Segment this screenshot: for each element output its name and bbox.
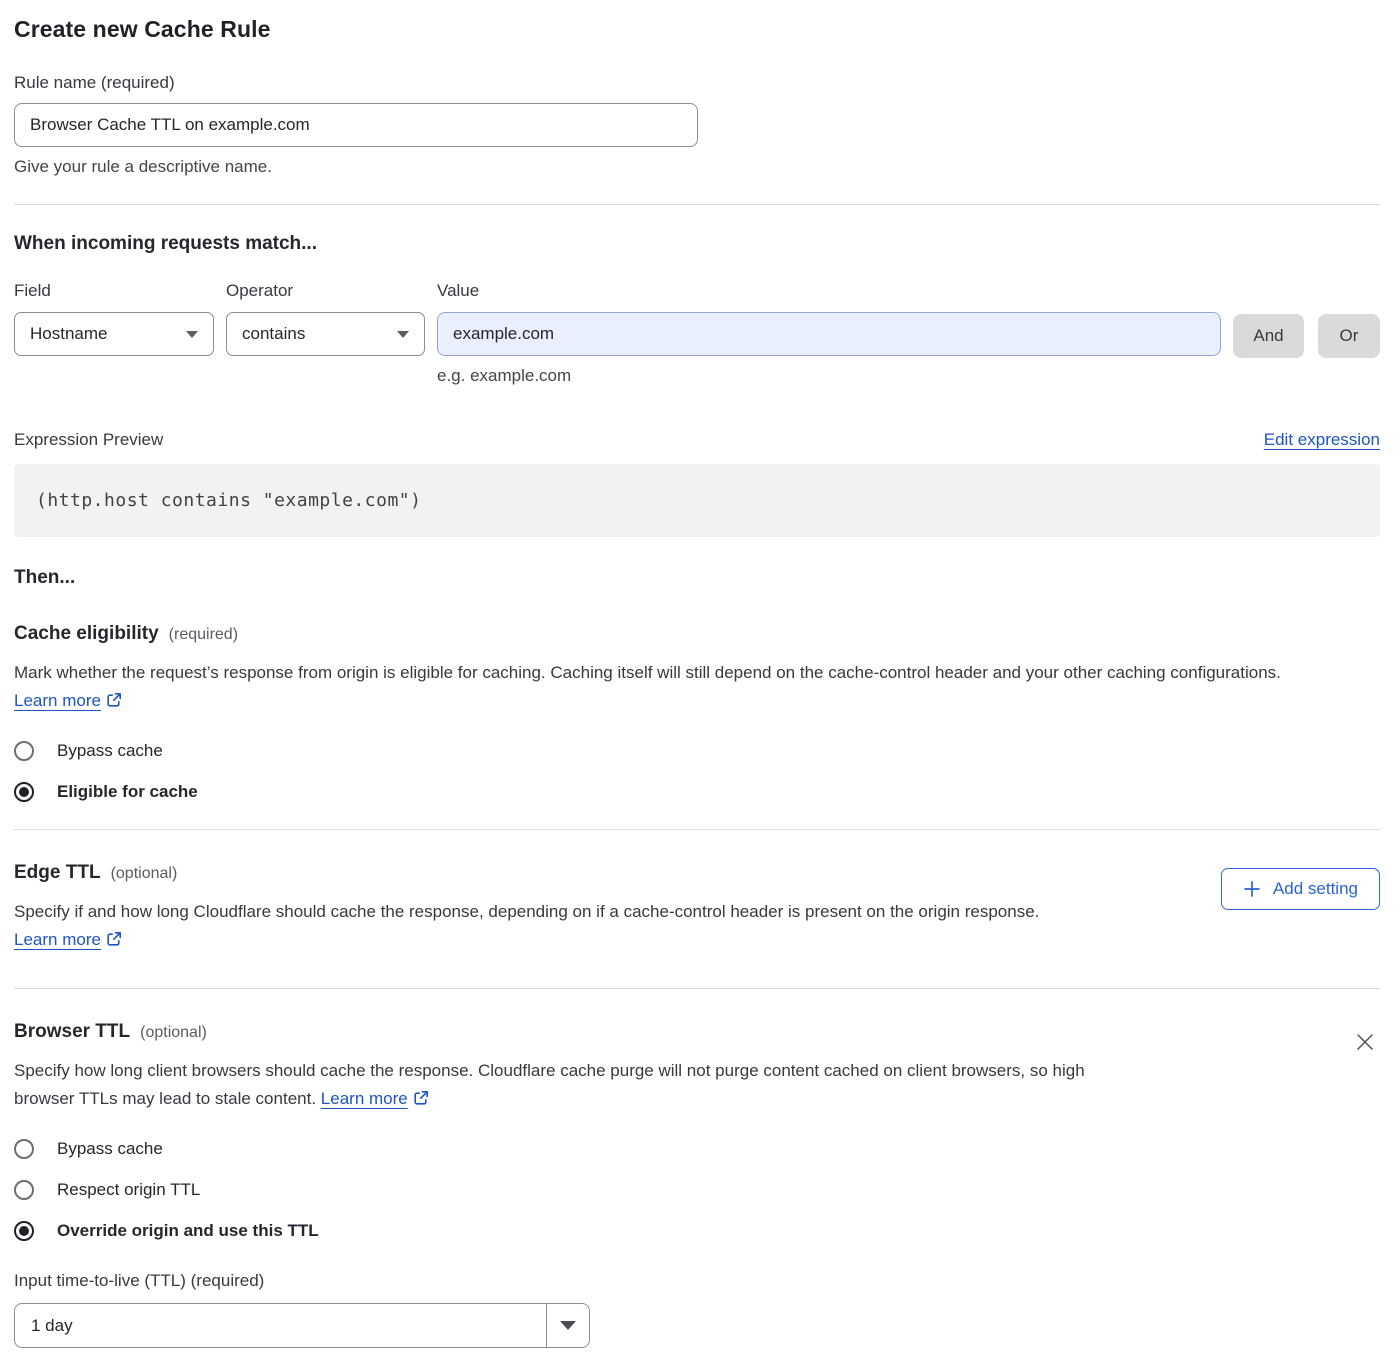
remove-browser-ttl-button[interactable] (1350, 1027, 1380, 1057)
value-column: Value e.g. example.com (437, 281, 1221, 386)
rule-name-section: Rule name (required) Give your rule a de… (14, 73, 1380, 177)
match-heading: When incoming requests match... (14, 233, 1380, 255)
expression-code: (http.host contains "example.com") (14, 464, 1380, 537)
rule-name-label: Rule name (required) (14, 73, 175, 92)
rule-name-help: Give your rule a descriptive name. (14, 157, 1380, 177)
or-button[interactable]: Or (1318, 314, 1380, 358)
browser-ttl-radio-group: Bypass cache Respect origin TTL Override… (14, 1139, 1380, 1241)
page-title: Create new Cache Rule (14, 16, 1380, 43)
external-link-icon (106, 692, 122, 708)
radio-label: Eligible for cache (57, 782, 198, 802)
add-setting-button[interactable]: Add setting (1221, 868, 1380, 910)
external-link-icon (106, 931, 122, 947)
and-button[interactable]: And (1233, 314, 1304, 358)
chevron-down-icon (186, 331, 198, 338)
value-label: Value (437, 281, 1221, 301)
edge-ttl-title-row: Edge TTL (optional) (14, 862, 1106, 884)
operator-select-value: contains (242, 324, 305, 344)
match-condition-row: Field Hostname Operator contains Value e… (14, 281, 1380, 386)
external-link-icon (413, 1090, 429, 1106)
ttl-select-arrow-button[interactable] (546, 1304, 589, 1347)
browser-ttl-learn-more-link[interactable]: Learn more (321, 1089, 429, 1108)
expression-preview-label: Expression Preview (14, 430, 163, 450)
plus-icon (1243, 880, 1261, 898)
edge-ttl-header: Edge TTL (optional) Specify if and how l… (14, 862, 1380, 954)
ttl-select[interactable]: 1 day (14, 1303, 590, 1348)
cache-eligibility-radio-group: Bypass cache Eligible for cache (14, 741, 1380, 802)
field-select[interactable]: Hostname (14, 312, 214, 356)
ttl-input-section: Input time-to-live (TTL) (required) 1 da… (14, 1271, 1380, 1348)
radio-label: Respect origin TTL (57, 1180, 200, 1200)
radio-bypass-cache[interactable]: Bypass cache (14, 1139, 1380, 1159)
browser-ttl-header: Browser TTL (optional) Specify how long … (14, 1021, 1380, 1113)
radio-icon (14, 1180, 34, 1200)
radio-label: Override origin and use this TTL (57, 1221, 319, 1241)
section-divider (14, 988, 1380, 989)
browser-ttl-title: Browser TTL (14, 1021, 130, 1043)
radio-eligible-for-cache[interactable]: Eligible for cache (14, 782, 1380, 802)
section-divider (14, 204, 1380, 205)
learn-more-label: Learn more (14, 930, 101, 949)
radio-selected-icon (14, 1221, 34, 1241)
operator-column: Operator contains (226, 281, 425, 356)
field-column: Field Hostname (14, 281, 214, 356)
cache-eligibility-description: Mark whether the request’s response from… (14, 659, 1359, 715)
field-label: Field (14, 281, 214, 301)
radio-label: Bypass cache (57, 741, 163, 761)
browser-ttl-description-text: Specify how long client browsers should … (14, 1061, 1085, 1108)
value-help: e.g. example.com (437, 366, 1221, 386)
create-cache-rule-form: Create new Cache Rule Rule name (require… (0, 0, 1400, 1364)
ttl-input-label: Input time-to-live (TTL) (required) (14, 1271, 264, 1290)
cache-eligibility-title: Cache eligibility (14, 623, 159, 645)
edge-ttl-header-left: Edge TTL (optional) Specify if and how l… (14, 862, 1106, 954)
edge-ttl-title: Edge TTL (14, 862, 101, 884)
cache-eligibility-learn-more-link[interactable]: Learn more (14, 691, 122, 710)
browser-ttl-header-left: Browser TTL (optional) Specify how long … (14, 1021, 1106, 1113)
learn-more-label: Learn more (321, 1089, 408, 1108)
radio-respect-origin-ttl[interactable]: Respect origin TTL (14, 1180, 1380, 1200)
cache-eligibility-description-text: Mark whether the request’s response from… (14, 663, 1281, 682)
value-input[interactable] (437, 312, 1221, 356)
field-select-value: Hostname (30, 324, 107, 344)
radio-override-origin-ttl[interactable]: Override origin and use this TTL (14, 1221, 1380, 1241)
browser-ttl-optional-badge: (optional) (140, 1024, 207, 1042)
edge-ttl-optional-badge: (optional) (111, 865, 178, 883)
chevron-down-icon (397, 331, 409, 338)
operator-select[interactable]: contains (226, 312, 425, 356)
edit-expression-link[interactable]: Edit expression (1264, 430, 1380, 450)
learn-more-label: Learn more (14, 691, 101, 710)
operator-label: Operator (226, 281, 425, 301)
radio-icon (14, 1139, 34, 1159)
expression-preview-row: Expression Preview Edit expression (14, 430, 1380, 450)
radio-label: Bypass cache (57, 1139, 163, 1159)
edge-ttl-description-text: Specify if and how long Cloudflare shoul… (14, 902, 1039, 921)
radio-bypass-cache[interactable]: Bypass cache (14, 741, 1380, 761)
radio-selected-icon (14, 782, 34, 802)
chevron-down-icon (560, 1321, 576, 1330)
cache-eligibility-required-badge: (required) (169, 626, 238, 644)
cache-eligibility-header: Cache eligibility (required) (14, 623, 1380, 645)
then-heading: Then... (14, 567, 1380, 589)
edge-ttl-description: Specify if and how long Cloudflare shoul… (14, 898, 1106, 954)
radio-icon (14, 741, 34, 761)
section-divider (14, 829, 1380, 830)
close-icon (1354, 1031, 1376, 1053)
rule-name-input[interactable] (14, 103, 698, 147)
add-setting-label: Add setting (1273, 879, 1358, 899)
browser-ttl-description: Specify how long client browsers should … (14, 1057, 1106, 1113)
browser-ttl-title-row: Browser TTL (optional) (14, 1021, 1106, 1043)
edge-ttl-learn-more-link[interactable]: Learn more (14, 930, 122, 949)
ttl-select-value: 1 day (15, 1304, 546, 1347)
